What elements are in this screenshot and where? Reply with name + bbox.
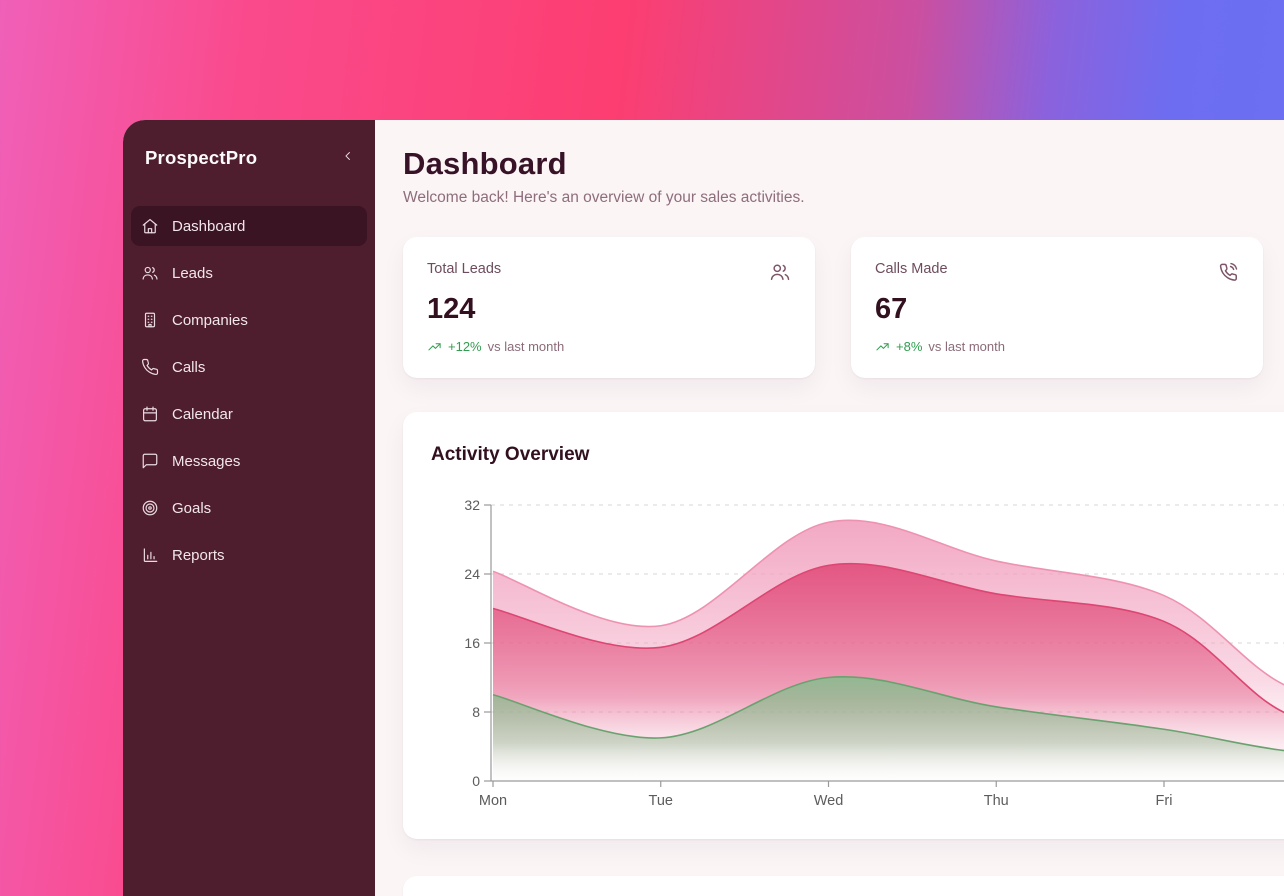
stat-value: 124 [427, 293, 791, 326]
sidebar-item-reports[interactable]: Reports [131, 535, 367, 575]
stat-trend-suffix: vs last month [488, 339, 565, 354]
svg-text:Thu: Thu [984, 793, 1009, 809]
sidebar-item-label: Companies [172, 312, 248, 329]
page-subtitle: Welcome back! Here's an overview of your… [403, 189, 1284, 207]
chevron-left-icon [341, 149, 355, 166]
sidebar-item-messages[interactable]: Messages [131, 441, 367, 481]
activity-chart: 0 8 16 24 32 Mon Tue Wed Thu Fri [403, 412, 1284, 839]
sidebar-item-goals[interactable]: Goals [131, 488, 367, 528]
app-brand: ProspectPro [145, 147, 257, 169]
sidebar-item-companies[interactable]: Companies [131, 300, 367, 340]
sidebar-item-leads[interactable]: Leads [131, 253, 367, 293]
sidebar: ProspectPro Dashboard Leads [123, 120, 375, 896]
sidebar-item-calls[interactable]: Calls [131, 347, 367, 387]
sidebar-item-label: Goals [172, 500, 211, 517]
sidebar-item-calendar[interactable]: Calendar [131, 394, 367, 434]
users-icon [141, 264, 159, 282]
svg-text:Fri: Fri [1156, 793, 1173, 809]
sidebar-item-label: Messages [172, 453, 240, 470]
phone-call-icon [1217, 261, 1239, 283]
activity-overview-card: Activity Overview 08162432MonTueWedThuFr… [403, 412, 1284, 839]
stat-value: 67 [875, 293, 1239, 326]
stats-row: Total Leads 124 +12% vs last month Calls… [403, 237, 1284, 378]
stat-card-total-leads: Total Leads 124 +12% vs last month [403, 237, 815, 378]
partial-card-below [403, 876, 1284, 896]
target-icon [141, 499, 159, 517]
stat-card-calls-made: Calls Made 67 +8% vs last month [851, 237, 1263, 378]
phone-icon [141, 358, 159, 376]
svg-text:0: 0 [472, 773, 480, 789]
desktop-background: { "window": { "sidebar": { "brand": "Pro… [0, 0, 1284, 896]
sidebar-item-label: Reports [172, 547, 225, 564]
sidebar-item-dashboard[interactable]: Dashboard [131, 206, 367, 246]
svg-text:16: 16 [464, 635, 480, 651]
sidebar-item-label: Calendar [172, 406, 233, 423]
sidebar-header: ProspectPro [131, 120, 367, 170]
stat-label: Calls Made [875, 261, 948, 277]
sidebar-item-label: Calls [172, 359, 205, 376]
svg-text:Tue: Tue [649, 793, 673, 809]
home-icon [141, 217, 159, 235]
trending-up-icon [875, 339, 890, 354]
app-window: ProspectPro Dashboard Leads [123, 120, 1284, 896]
message-icon [141, 452, 159, 470]
sidebar-item-label: Leads [172, 265, 213, 282]
users-icon [769, 261, 791, 283]
stat-trend-suffix: vs last month [928, 339, 1005, 354]
main-content: Dashboard Welcome back! Here's an overvi… [375, 120, 1284, 896]
page-title: Dashboard [403, 146, 1284, 182]
sidebar-item-label: Dashboard [172, 218, 245, 235]
sidebar-nav: Dashboard Leads Companies Calls [131, 206, 367, 575]
svg-text:24: 24 [464, 566, 480, 582]
collapse-sidebar-button[interactable] [337, 145, 359, 170]
trending-up-icon [427, 339, 442, 354]
stat-trend: +8% [896, 339, 922, 354]
building-icon [141, 311, 159, 329]
calendar-icon [141, 405, 159, 423]
svg-text:Wed: Wed [814, 793, 844, 809]
svg-text:32: 32 [464, 497, 480, 513]
stat-label: Total Leads [427, 261, 501, 277]
svg-text:8: 8 [472, 704, 480, 720]
bar-chart-icon [141, 546, 159, 564]
stat-trend: +12% [448, 339, 482, 354]
svg-text:Mon: Mon [479, 793, 507, 809]
